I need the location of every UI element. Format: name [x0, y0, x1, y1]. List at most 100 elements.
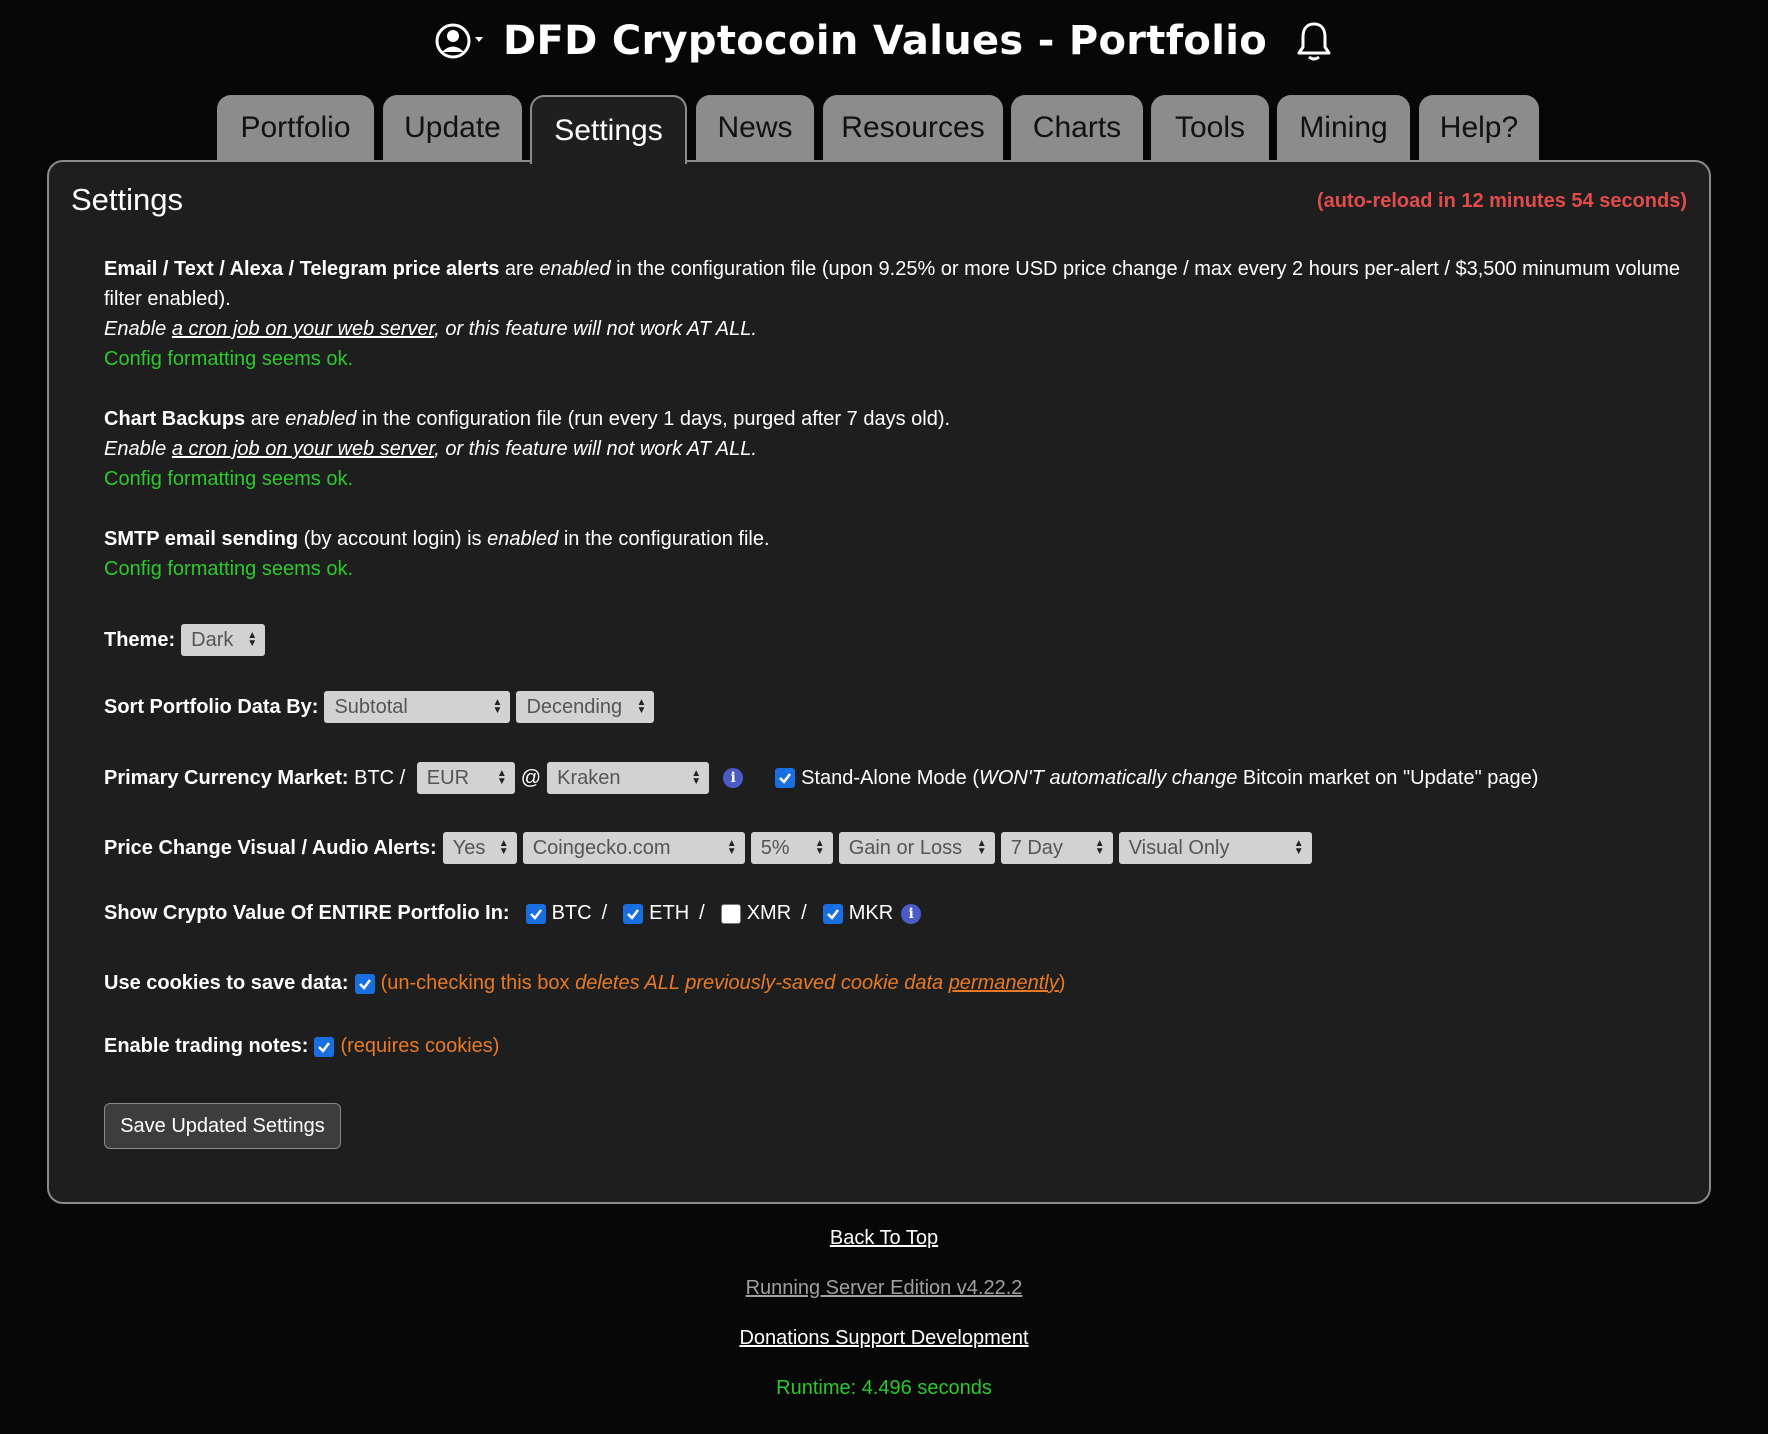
theme-select[interactable]: Dark ▲ ▼ — [181, 624, 266, 656]
panel-title: Settings — [71, 182, 184, 217]
separator: / — [801, 902, 807, 924]
backups-cron-rest: , or this feature will not work AT ALL. — [434, 438, 757, 460]
crypto-value-label: Show Crypto Value Of ENTIRE Portfolio In… — [104, 902, 510, 924]
alerts-cron-link[interactable]: a cron job on your web server — [172, 318, 434, 340]
select-arrows-icon: ▲ ▼ — [1293, 838, 1304, 857]
alerts-enabled-select[interactable]: Yes ▲ ▼ — [442, 832, 517, 864]
info-icon[interactable]: i — [901, 903, 922, 924]
select-arrows-icon: ▲ ▼ — [247, 630, 258, 649]
back-to-top-link[interactable]: Back To Top — [0, 1227, 1768, 1250]
standalone-text-2: Bitcoin market on "Update" page) — [1237, 766, 1539, 789]
select-arrows-icon: ▲ ▼ — [814, 838, 825, 857]
eth-checkbox[interactable] — [623, 903, 644, 924]
cookies-note: (un-checking this box deletes ALL previo… — [381, 972, 1066, 995]
backups-enable-text: Enable — [104, 438, 172, 460]
bell-icon[interactable] — [1295, 20, 1333, 62]
exchange-select[interactable]: Kraken ▲ ▼ — [547, 762, 710, 794]
config-status-section: Email / Text / Alexa / Telegram price al… — [104, 254, 1684, 584]
sort-field-value: Subtotal — [334, 695, 408, 718]
alerts-source-select[interactable]: Coingecko.com ▲ ▼ — [522, 832, 745, 864]
cookies-note-2: ) — [1058, 972, 1066, 994]
select-arrows-icon: ▲ ▼ — [492, 697, 503, 716]
cookies-label: Use cookies to save data: — [104, 972, 349, 994]
alerts-mode-select[interactable]: Visual Only ▲ ▼ — [1118, 832, 1312, 864]
tab-portfolio[interactable]: Portfolio — [217, 95, 374, 161]
alerts-direction-value: Gain or Loss — [848, 836, 963, 859]
price-alerts-label: Price Change Visual / Audio Alerts: — [104, 836, 437, 859]
tab-help[interactable]: Help? — [1419, 95, 1539, 161]
smtp-status: SMTP email sending (by account login) is… — [104, 524, 1684, 554]
sort-order-select[interactable]: Decending ▲ ▼ — [516, 691, 655, 723]
cookies-row: Use cookies to save data: (un-checking t… — [104, 972, 1065, 995]
page-title: DFD Cryptocoin Values - Portfolio — [502, 18, 1268, 64]
alerts-config-ok: Config formatting seems ok. — [104, 348, 353, 370]
select-arrows-icon: ▲ ▼ — [691, 768, 702, 787]
primary-market-label: Primary Currency Market: — [104, 766, 349, 789]
donations-link[interactable]: Donations Support Development — [0, 1327, 1768, 1350]
mkr-checkbox[interactable] — [822, 903, 843, 924]
backups-details: in the configuration file (run every 1 d… — [356, 408, 951, 430]
backups-cron-link[interactable]: a cron job on your web server — [172, 438, 434, 460]
btc-checkbox[interactable] — [525, 903, 546, 924]
tab-update[interactable]: Update — [383, 95, 522, 161]
alerts-direction-select[interactable]: Gain or Loss ▲ ▼ — [838, 832, 995, 864]
mkr-label: MKR — [848, 902, 894, 924]
tab-resources[interactable]: Resources — [823, 95, 1003, 161]
backups-cron-note: Enable a cron job on your web server, or… — [104, 434, 1684, 464]
sort-field-select[interactable]: Subtotal ▲ ▼ — [324, 691, 511, 723]
alerts-enable-text: Enable — [104, 318, 172, 340]
page-header: DFD Cryptocoin Values - Portfolio — [0, 18, 1768, 64]
currency-value: EUR — [426, 766, 470, 789]
xmr-checkbox[interactable] — [720, 903, 741, 924]
tab-charts[interactable]: Charts — [1011, 95, 1143, 161]
user-account-icon[interactable] — [435, 21, 487, 61]
save-settings-button[interactable]: Save Updated Settings — [104, 1103, 341, 1149]
select-arrows-icon: ▲ ▼ — [976, 838, 987, 857]
sort-order-value: Decending — [526, 695, 623, 718]
alerts-enabled: enabled — [539, 258, 611, 280]
alerts-are: are — [499, 258, 540, 280]
tab-settings[interactable]: Settings — [530, 95, 687, 164]
primary-market-prefix: BTC / — [348, 766, 411, 789]
alerts-source-value: Coingecko.com — [532, 836, 671, 859]
separator: / — [601, 902, 608, 924]
backups-are: are — [245, 408, 286, 430]
theme-label: Theme: — [104, 628, 176, 651]
theme-row: Theme: Dark ▲ ▼ — [104, 624, 271, 656]
select-arrows-icon: ▲ ▼ — [496, 768, 507, 787]
alerts-enabled-value: Yes — [452, 836, 486, 859]
backups-enabled: enabled — [285, 408, 357, 430]
standalone-mode-checkbox[interactable] — [775, 768, 796, 788]
smtp-config-ok: Config formatting seems ok. — [104, 558, 353, 580]
select-arrows-icon: ▲ ▼ — [726, 838, 737, 857]
info-icon[interactable]: i — [723, 768, 744, 788]
tab-mining[interactable]: Mining — [1277, 95, 1410, 161]
standalone-em: WON'T automatically change — [979, 766, 1238, 789]
alerts-cron-rest: , or this feature will not work AT ALL. — [434, 318, 757, 340]
cookies-note-em: deletes ALL previously-saved cookie data — [575, 972, 949, 994]
exchange-value: Kraken — [557, 766, 621, 789]
theme-value: Dark — [191, 628, 234, 651]
trading-notes-note: (requires cookies) — [340, 1035, 500, 1057]
backups-title: Chart Backups — [104, 408, 246, 430]
alerts-percent-select[interactable]: 5% ▲ ▼ — [750, 832, 833, 864]
trading-notes-checkbox[interactable] — [314, 1036, 335, 1057]
at-sign: @ — [520, 766, 542, 789]
edition-link[interactable]: Running Server Edition v4.22.2 — [0, 1277, 1768, 1300]
cookies-checkbox[interactable] — [354, 973, 375, 994]
tab-news[interactable]: News — [696, 95, 814, 161]
currency-select[interactable]: EUR ▲ ▼ — [416, 762, 515, 794]
settings-panel: Settings (auto-reload in 12 minutes 54 s… — [47, 160, 1711, 1204]
alerts-period-value: 7 Day — [1010, 836, 1063, 859]
smtp-enabled: enabled — [487, 528, 559, 550]
alerts-period-select[interactable]: 7 Day ▲ ▼ — [1000, 832, 1113, 864]
smtp-title: SMTP email sending — [104, 528, 299, 550]
cookies-permanently-link[interactable]: permanently — [949, 972, 1059, 994]
tab-tools[interactable]: Tools — [1151, 95, 1269, 161]
trading-notes-label: Enable trading notes: — [104, 1035, 309, 1057]
price-alerts-row: Price Change Visual / Audio Alerts: Yes … — [104, 832, 1318, 864]
select-arrows-icon: ▲ ▼ — [498, 838, 509, 857]
trading-notes-row: Enable trading notes: (requires cookies) — [104, 1035, 499, 1058]
crypto-value-row: Show Crypto Value Of ENTIRE Portfolio In… — [104, 902, 929, 925]
primary-market-row: Primary Currency Market: BTC / EUR ▲ ▼ @ … — [104, 762, 1538, 794]
